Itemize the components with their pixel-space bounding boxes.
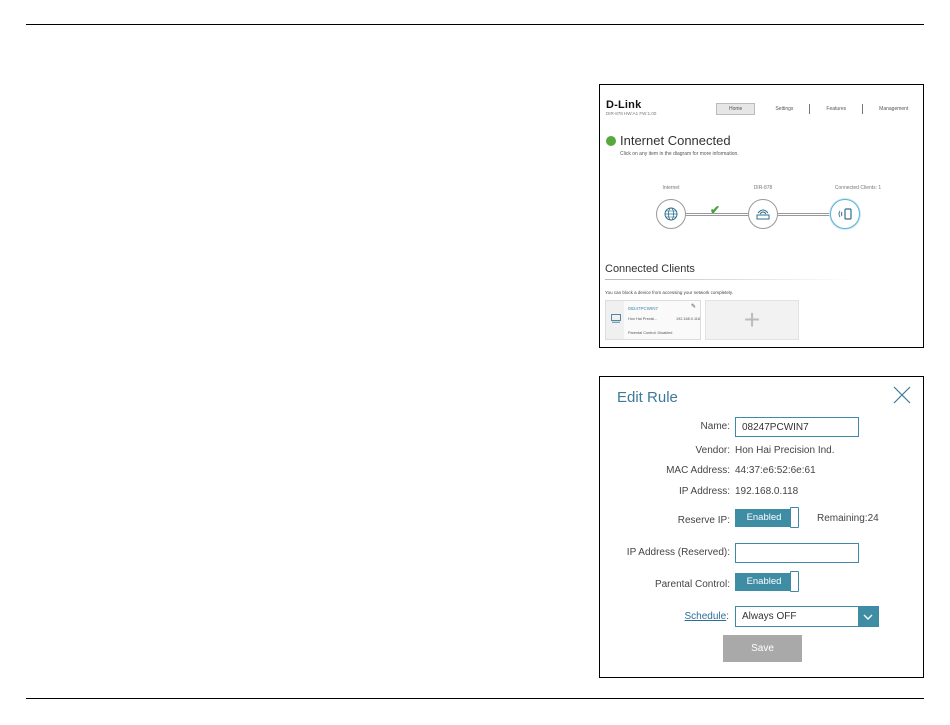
name-input[interactable] [735, 417, 859, 437]
client-vendor: Hon Hai Precisi... [628, 317, 658, 321]
close-icon[interactable] [892, 385, 912, 405]
mac-label: MAC Address: [666, 465, 730, 476]
router-label: DIR-878 [753, 185, 773, 191]
vendor-value: Hon Hai Precision Ind. [735, 445, 835, 456]
connected-clients-subtitle: You can block a device from accessing yo… [605, 290, 734, 295]
nav-home[interactable]: Home [716, 102, 756, 115]
mac-value: 44:37:e6:52:6e:61 [735, 465, 816, 476]
nav-settings[interactable]: Settings [759, 103, 811, 114]
schedule-colon: : [726, 611, 729, 622]
device-icon [838, 208, 852, 220]
footer-rule [26, 698, 924, 699]
router-icon [756, 209, 770, 220]
status-title: Internet Connected [620, 133, 731, 148]
connected-clients-title: Connected Clients [605, 263, 695, 275]
client-card[interactable]: 08247PCWIN7 ✎ Hon Hai Precisi... 192.168… [605, 300, 701, 340]
clients-node[interactable] [830, 199, 860, 229]
check-icon: ✔ [710, 203, 721, 217]
nav-management[interactable]: Management [863, 104, 923, 114]
client-ip: 192.168.0.118 [676, 317, 700, 321]
schedule-value: Always OFF [742, 611, 797, 622]
reserve-ip-label: Reserve IP: [677, 515, 730, 526]
router-node[interactable] [748, 199, 778, 229]
reserved-ip-label: IP Address (Reserved): [626, 547, 730, 558]
ip-value: 192.168.0.118 [735, 486, 799, 497]
parental-toggle[interactable]: Enabled [735, 571, 800, 593]
status-subtitle: Click on any item in the diagram for mor… [620, 151, 739, 157]
internet-label: Internet [662, 185, 680, 191]
clients-label: Connected Clients: 1 [834, 185, 882, 191]
computer-icon [611, 314, 621, 323]
parental-state: Enabled [735, 573, 793, 591]
toggle-knob [790, 507, 799, 528]
reserve-ip-toggle[interactable]: Enabled [735, 507, 800, 529]
home-screenshot: D-Link DIR-878 HW:A1 FW:1.00 Home Settin… [599, 84, 924, 348]
vendor-label: Vendor: [695, 445, 730, 456]
section-divider [605, 279, 855, 280]
reserve-ip-state: Enabled [735, 509, 793, 527]
top-nav: Home Settings Features Management [716, 102, 923, 115]
client-parental: Parental Control: Disabled [628, 331, 673, 335]
ip-label: IP Address: [679, 486, 730, 497]
toggle-knob [790, 571, 799, 592]
schedule-link[interactable]: Schedule: [600, 611, 729, 622]
edit-rule-title: Edit Rule [617, 389, 678, 406]
schedule-select[interactable]: Always OFF [735, 606, 879, 627]
dlink-logo: D-Link [606, 99, 642, 111]
chevron-down-icon[interactable] [858, 607, 878, 626]
internet-node[interactable] [656, 199, 686, 229]
status-dot-icon [606, 136, 616, 146]
model-info: DIR-878 HW:A1 FW:1.00 [606, 111, 657, 116]
globe-icon [664, 207, 678, 221]
add-client-button[interactable]: + [705, 300, 799, 340]
client-name: 08247PCWIN7 [628, 306, 659, 311]
header-rule [26, 24, 924, 25]
pencil-icon[interactable]: ✎ [691, 303, 696, 310]
plus-icon: + [743, 304, 761, 335]
remaining-count: Remaining:24 [817, 513, 879, 524]
name-label: Name: [700, 421, 730, 432]
parental-label: Parental Control: [654, 579, 730, 590]
save-button[interactable]: Save [723, 635, 802, 662]
schedule-link-text[interactable]: Schedule [685, 611, 727, 622]
reserved-ip-input[interactable] [735, 543, 859, 563]
nav-features[interactable]: Features [810, 103, 864, 114]
router-clients-link [778, 213, 830, 216]
edit-rule-screenshot: Edit Rule Name: Vendor: Hon Hai Precisio… [599, 376, 924, 678]
